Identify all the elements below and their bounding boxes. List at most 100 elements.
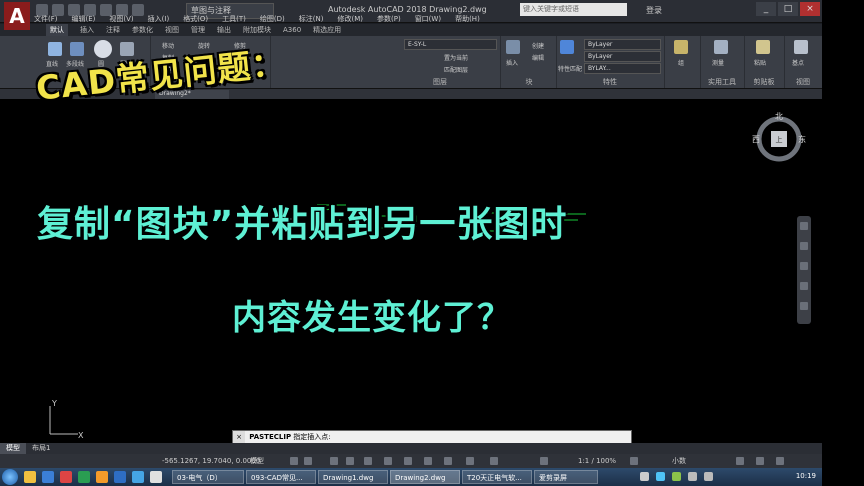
login-button[interactable]: 登录 <box>646 5 662 16</box>
isodraft-icon[interactable] <box>364 457 372 465</box>
explorer-icon[interactable] <box>24 471 36 483</box>
lineweight-combo[interactable]: BYLAY... <box>584 63 661 74</box>
tab-featured[interactable]: 精选应用 <box>313 24 341 36</box>
clean-screen-icon[interactable] <box>756 457 764 465</box>
base-view-icon[interactable] <box>794 40 808 54</box>
isolate-objects-icon[interactable] <box>736 457 744 465</box>
search-input[interactable]: 键入关键字或短语 <box>520 3 627 16</box>
tab-addins[interactable]: 附加模块 <box>243 24 271 36</box>
start-button[interactable] <box>2 469 18 485</box>
clock[interactable]: 10:19 <box>796 472 816 480</box>
volume-icon[interactable] <box>704 472 713 481</box>
close-command-icon[interactable]: × <box>233 431 245 443</box>
viewcube-east[interactable]: 东 <box>798 134 806 144</box>
task-drawing1[interactable]: Drawing1.dwg <box>318 470 388 484</box>
annotation-scale-icon[interactable] <box>540 457 548 465</box>
app-icon-1[interactable] <box>78 471 90 483</box>
menu-format[interactable]: 格式(O) <box>183 14 208 24</box>
zoom-icon[interactable] <box>800 262 808 270</box>
command-line[interactable]: × PASTECLIP 指定插入点: <box>232 430 632 444</box>
tab-insert[interactable]: 插入 <box>80 24 94 36</box>
customize-icon[interactable] <box>776 457 784 465</box>
selection-cycling-icon[interactable] <box>466 457 474 465</box>
app-icon-4[interactable] <box>132 471 144 483</box>
app-icon-2[interactable] <box>96 471 108 483</box>
units-readout[interactable]: 小数 <box>672 454 686 468</box>
polyline-icon[interactable] <box>70 42 84 56</box>
workspace-icon[interactable] <box>630 457 638 465</box>
media-icon[interactable] <box>60 471 72 483</box>
viewcube-north[interactable]: 北 <box>775 112 783 121</box>
menu-draw[interactable]: 绘图(D) <box>260 14 285 24</box>
tab-manage[interactable]: 管理 <box>191 24 205 36</box>
menu-help[interactable]: 帮助(H) <box>455 14 480 24</box>
ortho-icon[interactable] <box>330 457 338 465</box>
viewcube[interactable]: 北 东 西 上 <box>752 112 806 166</box>
tab-a360[interactable]: A360 <box>283 24 301 36</box>
tab-layout1[interactable]: 布局1 <box>26 443 56 454</box>
steering-wheel-icon[interactable] <box>800 222 808 230</box>
snap-icon[interactable] <box>304 457 312 465</box>
paste-icon[interactable] <box>756 40 770 54</box>
menu-window[interactable]: 窗口(W) <box>415 14 441 24</box>
tab-output[interactable]: 输出 <box>217 24 231 36</box>
menu-modify[interactable]: 修改(M) <box>337 14 363 24</box>
tab-parametric[interactable]: 参数化 <box>132 24 153 36</box>
layer-combo[interactable]: E-SY-L <box>404 39 497 50</box>
menu-tools[interactable]: 工具(T) <box>222 14 246 24</box>
grid-icon[interactable] <box>290 457 298 465</box>
close-button[interactable]: × <box>800 2 820 16</box>
polar-icon[interactable] <box>346 457 354 465</box>
transparency-icon[interactable] <box>444 457 452 465</box>
annotation-scale-readout[interactable]: 1:1 / 100% <box>578 454 616 468</box>
task-drawing2[interactable]: Drawing2.dwg <box>390 470 460 484</box>
menu-edit[interactable]: 编辑(E) <box>72 14 96 24</box>
otrack-icon[interactable] <box>404 457 412 465</box>
network-icon[interactable] <box>688 472 697 481</box>
match-properties-icon[interactable] <box>560 40 574 54</box>
group-icon[interactable] <box>674 40 688 54</box>
minimize-button[interactable]: _ <box>756 2 776 16</box>
task-folder-cad-faq[interactable]: 093-CAD常见... <box>246 470 316 484</box>
menu-insert[interactable]: 插入(I) <box>148 14 170 24</box>
application-menu-button[interactable]: A <box>4 2 30 30</box>
pan-icon[interactable] <box>800 242 808 250</box>
tab-annotate[interactable]: 注释 <box>106 24 120 36</box>
menu-parametric[interactable]: 参数(P) <box>377 14 401 24</box>
color-combo[interactable]: ByLayer <box>584 39 661 50</box>
model-space-button[interactable]: 模型 <box>250 454 264 468</box>
showmotion-icon[interactable] <box>800 302 808 310</box>
tray-icon-1[interactable] <box>640 472 649 481</box>
tray-icon-3[interactable] <box>672 472 681 481</box>
create-block-button[interactable]: 创建 <box>532 41 544 50</box>
coordinates-readout[interactable]: -565.1267, 19.7040, 0.0000 <box>162 454 260 468</box>
ie-icon[interactable] <box>42 471 54 483</box>
match-layer-button[interactable]: 匹配图层 <box>444 65 468 74</box>
viewcube-top[interactable]: 上 <box>776 135 783 144</box>
annotation-monitor-icon[interactable] <box>490 457 498 465</box>
edit-block-button[interactable]: 编辑 <box>532 53 544 62</box>
app-icon-3[interactable] <box>114 471 126 483</box>
task-t20-electrical[interactable]: T20天正电气软... <box>462 470 532 484</box>
viewcube-west[interactable]: 西 <box>752 135 760 144</box>
tab-model[interactable]: 模型 <box>0 443 26 454</box>
drawing-canvas[interactable] <box>0 99 822 443</box>
line-icon[interactable] <box>48 42 62 56</box>
tray-icon-2[interactable] <box>656 472 665 481</box>
set-current-layer-button[interactable]: 置为当前 <box>444 53 468 62</box>
task-folder-electrical[interactable]: 03-电气（D） <box>172 470 244 484</box>
tab-default[interactable]: 默认 <box>46 24 68 36</box>
menu-dimension[interactable]: 标注(N) <box>299 14 324 24</box>
chrome-icon[interactable] <box>150 471 162 483</box>
task-screen-recorder[interactable]: 爱剪录屏 <box>534 470 598 484</box>
tab-view[interactable]: 视图 <box>165 24 179 36</box>
linetype-combo[interactable]: ByLayer <box>584 51 661 62</box>
menu-file[interactable]: 文件(F) <box>34 14 58 24</box>
measure-icon[interactable] <box>714 40 728 54</box>
orbit-icon[interactable] <box>800 282 808 290</box>
maximize-button[interactable]: □ <box>778 2 798 16</box>
osnap-icon[interactable] <box>384 457 392 465</box>
menu-view[interactable]: 视图(V) <box>109 14 133 24</box>
lineweight-icon[interactable] <box>424 457 432 465</box>
insert-block-icon[interactable] <box>506 40 520 54</box>
